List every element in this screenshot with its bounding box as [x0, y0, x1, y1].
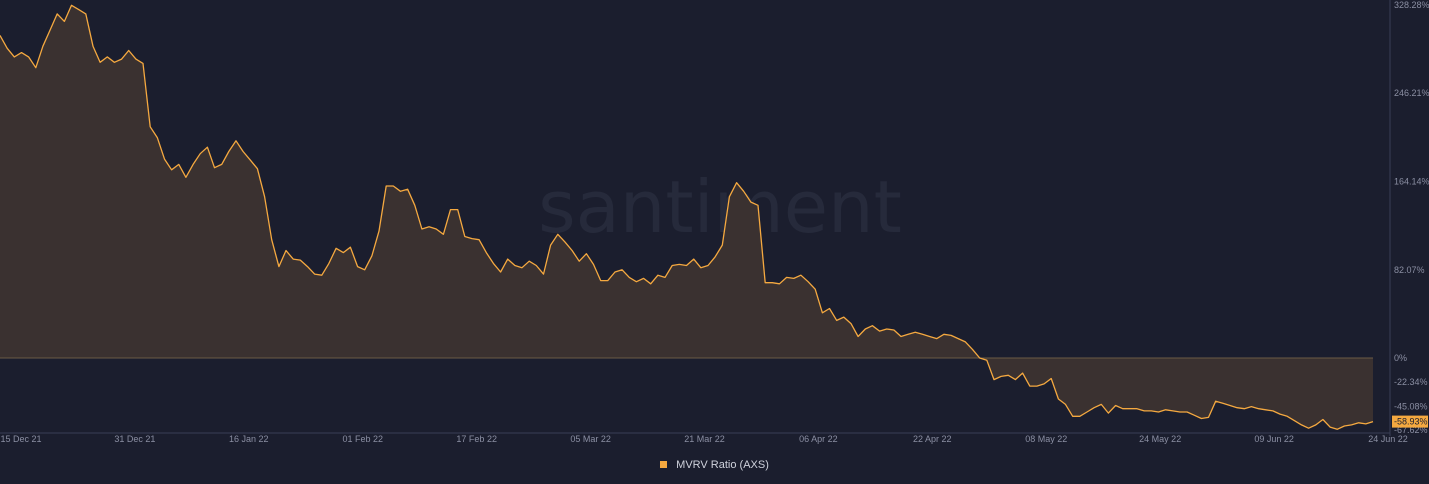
x-tick-label: 17 Feb 22: [456, 434, 497, 444]
x-tick-label: 09 Jun 22: [1254, 434, 1294, 444]
x-tick-label: 31 Dec 21: [114, 434, 155, 444]
x-tick-label: 16 Jan 22: [229, 434, 269, 444]
x-tick-label: 06 Apr 22: [799, 434, 838, 444]
x-tick-label: 01 Feb 22: [343, 434, 384, 444]
watermark: santiment: [538, 165, 902, 249]
x-tick-label: 08 May 22: [1025, 434, 1067, 444]
legend[interactable]: MVRV Ratio (AXS): [0, 459, 1429, 471]
mvrv-chart[interactable]: santiment 328.28% 246.21% 164.14% 82.07% 0% -…: [0, 0, 1429, 484]
y-tick-label: 0%: [1394, 353, 1407, 363]
y-tick-label: -22.34%: [1394, 377, 1428, 387]
current-value-label: -58.93%: [1394, 417, 1428, 427]
y-tick-label: -45.08%: [1394, 402, 1428, 412]
x-tick-label: 22 Apr 22: [913, 434, 952, 444]
y-tick-label: 82.07%: [1394, 265, 1425, 275]
x-tick-label: 24 May 22: [1139, 434, 1181, 444]
x-tick-label: 24 Jun 22: [1368, 434, 1408, 444]
x-tick-label: 15 Dec 21: [0, 434, 41, 444]
legend-label: MVRV Ratio (AXS): [676, 459, 769, 472]
x-tick-label: 21 Mar 22: [684, 434, 725, 444]
y-tick-label: 164.14%: [1394, 177, 1429, 187]
x-tick-label: 05 Mar 22: [570, 434, 611, 444]
y-tick-label: 328.28%: [1394, 0, 1429, 10]
legend-swatch-icon: [660, 460, 668, 468]
y-tick-label: 246.21%: [1394, 88, 1429, 98]
chart-container: santiment 328.28% 246.21% 164.14% 82.07% 0% -…: [0, 0, 1429, 484]
